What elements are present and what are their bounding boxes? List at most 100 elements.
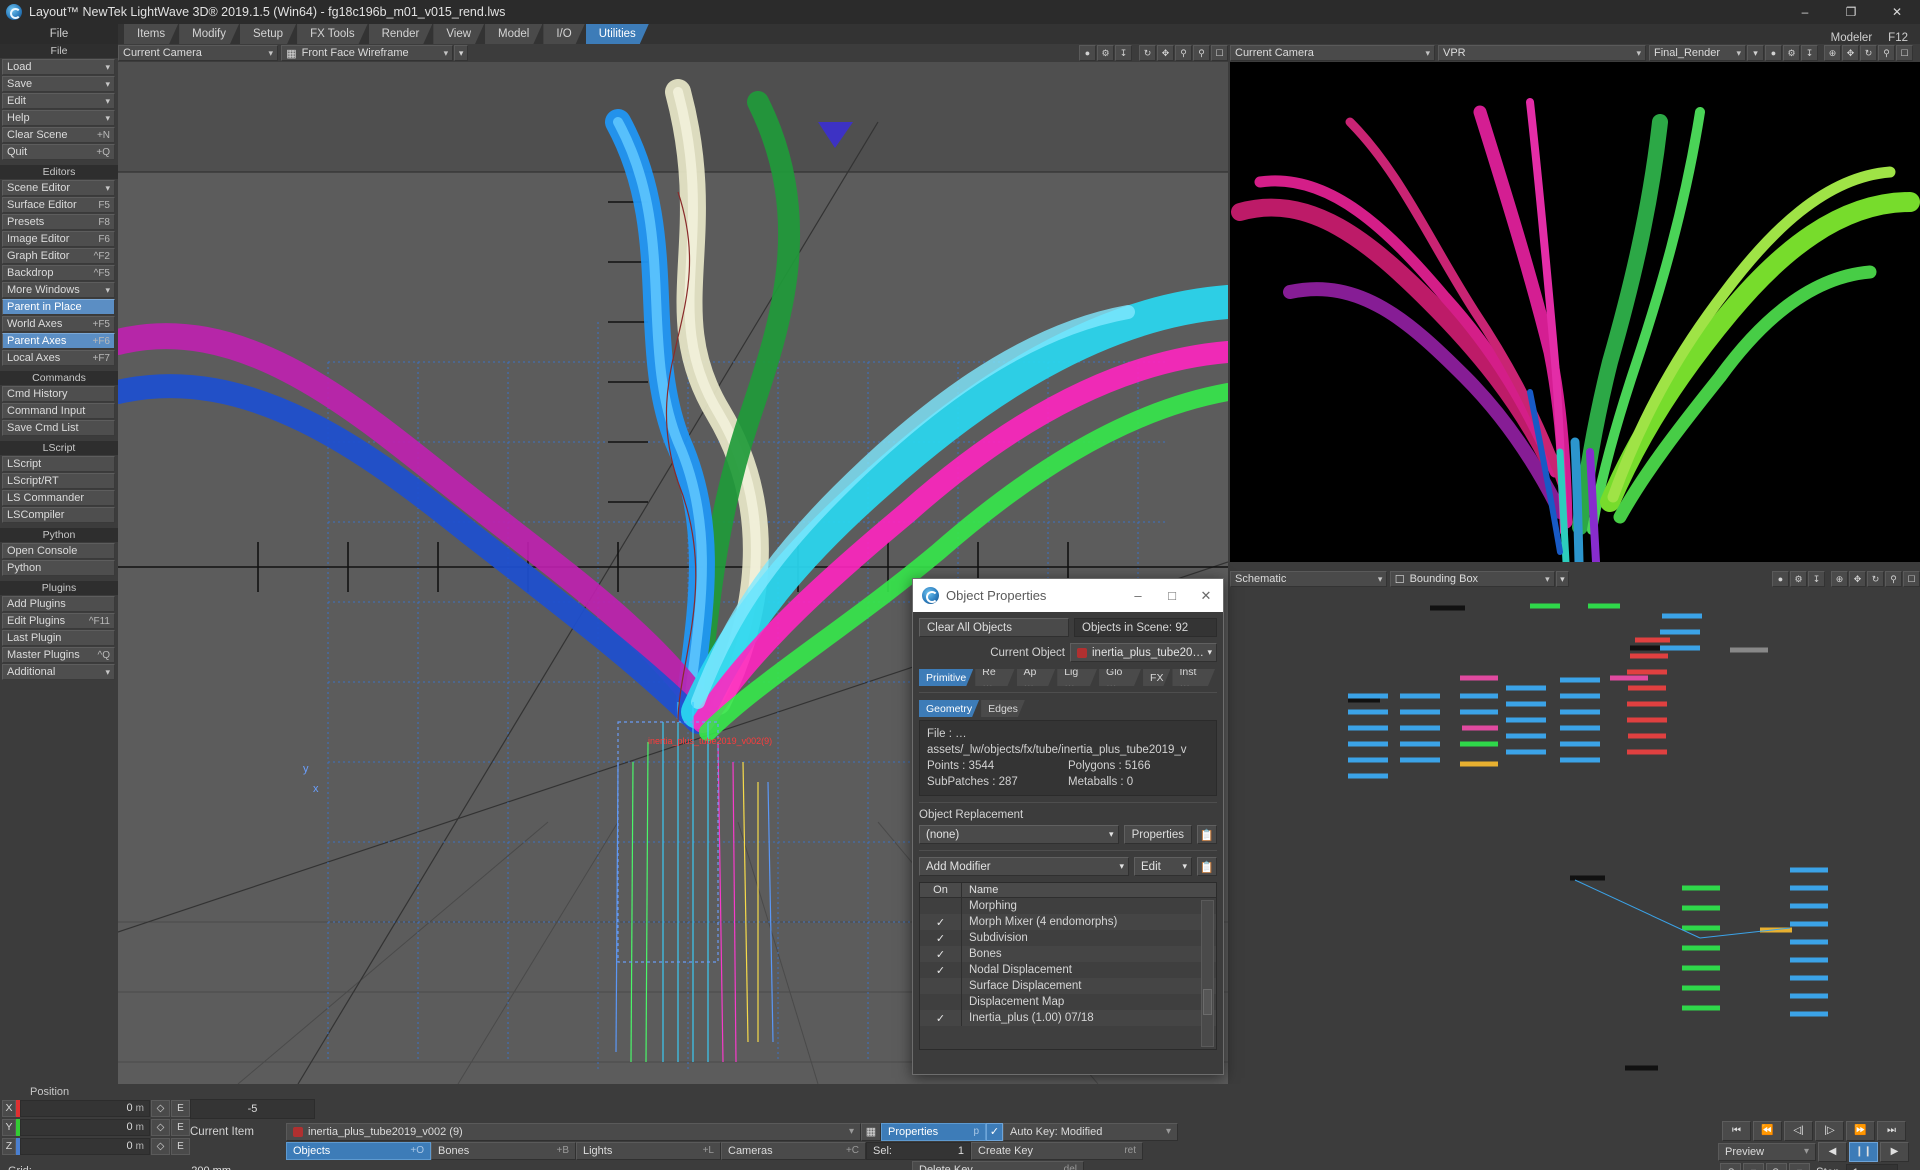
- render-save-icon[interactable]: ↧: [1801, 45, 1818, 61]
- viewport-rotate-icon[interactable]: ↻: [1139, 45, 1156, 61]
- tab-items[interactable]: Items: [124, 24, 178, 44]
- axis-y-envelope-button[interactable]: E: [171, 1118, 190, 1136]
- modifier-enabled-checkbox[interactable]: ✓: [920, 962, 962, 978]
- render-maximize-icon[interactable]: ☐: [1896, 45, 1913, 61]
- sidebar-item-add-plugins[interactable]: Add Plugins: [2, 596, 115, 612]
- sidebar-item-lscript-rt[interactable]: LScript/RT: [2, 473, 115, 489]
- vpr-render-preview[interactable]: [1230, 62, 1920, 562]
- render-mode-select[interactable]: VPR ▾: [1438, 45, 1646, 61]
- auto-key-checkbox[interactable]: ✓: [986, 1122, 1003, 1141]
- dialog-tab-lig-[interactable]: Lig …: [1057, 669, 1097, 686]
- dialog-minimize-button[interactable]: –: [1121, 579, 1155, 612]
- tab-fx-tools[interactable]: FX Tools: [297, 24, 368, 44]
- sidebar-item-last-plugin[interactable]: Last Plugin: [2, 630, 115, 646]
- viewport-camera-select[interactable]: Current Camera ▾: [118, 45, 279, 61]
- render-pan-icon[interactable]: ✥: [1842, 45, 1859, 61]
- sidebar-item-lscript[interactable]: LScript: [2, 456, 115, 472]
- sidebar-item-parent-axes[interactable]: Parent Axes +F6: [2, 333, 115, 349]
- sidebar-item-edit[interactable]: Edit: [2, 93, 115, 109]
- dialog-subtab-edges[interactable]: Edges: [981, 700, 1025, 717]
- modifier-enabled-checkbox[interactable]: [920, 898, 962, 914]
- modifier-row[interactable]: ✓ Nodal Displacement: [920, 962, 1216, 978]
- sidebar-item-local-axes[interactable]: Local Axes +F7: [2, 350, 115, 366]
- render-settings-gear-icon[interactable]: ⚙: [1783, 45, 1800, 61]
- modifier-list-scroll-thumb[interactable]: [1203, 989, 1212, 1015]
- viewport-options-button[interactable]: ▾: [454, 45, 468, 61]
- current-item-select[interactable]: inertia_plus_tube2019_v002 (9) ▾: [286, 1122, 861, 1141]
- dialog-tab-primitive[interactable]: Primitive: [919, 669, 973, 686]
- go-to-start-button[interactable]: ⏮: [1722, 1120, 1751, 1141]
- axis-x-key-button[interactable]: ◇: [151, 1099, 170, 1117]
- sidebar-item-ls-commander[interactable]: LS Commander: [2, 490, 115, 506]
- modifier-enabled-checkbox[interactable]: ✓: [920, 946, 962, 962]
- axis-y-key[interactable]: Y: [2, 1118, 16, 1136]
- schematic-display-select[interactable]: ☐ Bounding Box ▾: [1389, 571, 1555, 587]
- sidebar-item-open-console[interactable]: Open Console: [2, 543, 115, 559]
- sidebar-item-parent-in-place[interactable]: Parent in Place: [2, 299, 115, 315]
- schematic-maximize-icon[interactable]: ☐: [1903, 571, 1920, 587]
- auto-key-select[interactable]: Auto Key: Modified ▾: [1003, 1122, 1178, 1141]
- axis-y-value[interactable]: 0m: [20, 1118, 150, 1136]
- play-forward-button[interactable]: ▶: [1880, 1141, 1909, 1162]
- dialog-close-button[interactable]: ✕: [1189, 579, 1223, 612]
- undo-menu-button[interactable]: ▾: [1743, 1163, 1764, 1170]
- sidebar-item-save-cmd-list[interactable]: Save Cmd List: [2, 420, 115, 436]
- clipboard-icon-button[interactable]: 📋: [1197, 825, 1217, 844]
- dialog-tab-inst-[interactable]: Inst …: [1172, 669, 1215, 686]
- tab-file[interactable]: File: [0, 24, 118, 44]
- render-camera-select[interactable]: Current Camera ▾: [1230, 45, 1435, 61]
- axis-y-key-button[interactable]: ◇: [151, 1118, 170, 1136]
- axis-z-envelope-button[interactable]: E: [171, 1137, 190, 1155]
- object-replacement-select[interactable]: (none) ▾: [919, 825, 1119, 844]
- sidebar-item-lscompiler[interactable]: LSCompiler: [2, 507, 115, 523]
- sidebar-item-help[interactable]: Help: [2, 110, 115, 126]
- render-refresh-icon[interactable]: ↻: [1860, 45, 1877, 61]
- modifier-row[interactable]: ✓ Bones: [920, 946, 1216, 962]
- render-preset-menu-button[interactable]: ▾: [1747, 45, 1764, 61]
- schematic-view-select[interactable]: Schematic ▾: [1230, 571, 1388, 587]
- viewport-maximize-icon[interactable]: ☐: [1211, 45, 1228, 61]
- sidebar-item-edit-plugins[interactable]: Edit Plugins ^F11: [2, 613, 115, 629]
- modifier-row[interactable]: Morphing: [920, 898, 1216, 914]
- sidebar-item-surface-editor[interactable]: Surface Editor F5: [2, 197, 115, 213]
- play-backward-button[interactable]: ◀: [1818, 1141, 1847, 1162]
- sidebar-item-world-axes[interactable]: World Axes +F5: [2, 316, 115, 332]
- prev-frame-button[interactable]: ◁|: [1784, 1120, 1813, 1141]
- modifier-edit-select[interactable]: Edit ▾: [1134, 857, 1192, 876]
- modeler-button[interactable]: Modeler: [1819, 32, 1885, 44]
- go-to-end-button[interactable]: ⏭: [1877, 1120, 1906, 1141]
- next-frame-button[interactable]: |▷: [1815, 1120, 1844, 1141]
- schematic-snapshot-icon[interactable]: ●: [1772, 571, 1789, 587]
- modifier-enabled-checkbox[interactable]: [920, 978, 962, 994]
- viewport-pan-icon[interactable]: ✥: [1157, 45, 1174, 61]
- render-preset-select[interactable]: Final_Render ▾: [1649, 45, 1746, 61]
- tab-render[interactable]: Render: [369, 24, 433, 44]
- viewport-zoom-icon[interactable]: ⚲: [1175, 45, 1192, 61]
- sidebar-item-clear-scene[interactable]: Clear Scene +N: [2, 127, 115, 143]
- sidebar-item-save[interactable]: Save: [2, 76, 115, 92]
- pause-button[interactable]: ❙❙: [1849, 1141, 1878, 1162]
- modifier-row[interactable]: ✓ Inertia_plus (1.00) 07/18: [920, 1010, 1216, 1026]
- schematic-view[interactable]: [1230, 588, 1920, 1084]
- maximize-button[interactable]: ❐: [1828, 0, 1874, 24]
- sidebar-item-python[interactable]: Python: [2, 560, 115, 576]
- mode-button-lights[interactable]: Lights +L: [576, 1141, 721, 1160]
- sidebar-item-command-input[interactable]: Command Input: [2, 403, 115, 419]
- tab-io[interactable]: I/O: [543, 24, 584, 44]
- tab-modify[interactable]: Modify: [179, 24, 239, 44]
- add-modifier-select[interactable]: Add Modifier ▾: [919, 857, 1129, 876]
- schematic-refresh-icon[interactable]: ↻: [1867, 571, 1884, 587]
- schematic-display-menu-button[interactable]: ▾: [1555, 571, 1569, 587]
- dialog-subtab-geometry[interactable]: Geometry: [919, 700, 979, 717]
- delete-key-button[interactable]: Delete Key del: [912, 1160, 1084, 1170]
- viewport-camera-icon-button[interactable]: ●: [1079, 45, 1096, 61]
- properties-button[interactable]: Properties p: [881, 1122, 986, 1141]
- object-replacement-properties-button[interactable]: Properties: [1123, 825, 1192, 844]
- sidebar-item-presets[interactable]: Presets F8: [2, 214, 115, 230]
- modifier-row[interactable]: Surface Displacement: [920, 978, 1216, 994]
- modifier-list-scrollbar[interactable]: [1201, 900, 1214, 1047]
- axis-z-key[interactable]: Z: [2, 1137, 16, 1155]
- sidebar-item-quit[interactable]: Quit +Q: [2, 144, 115, 160]
- viewport-settings-gear-icon[interactable]: ⚙: [1097, 45, 1114, 61]
- sidebar-item-image-editor[interactable]: Image Editor F6: [2, 231, 115, 247]
